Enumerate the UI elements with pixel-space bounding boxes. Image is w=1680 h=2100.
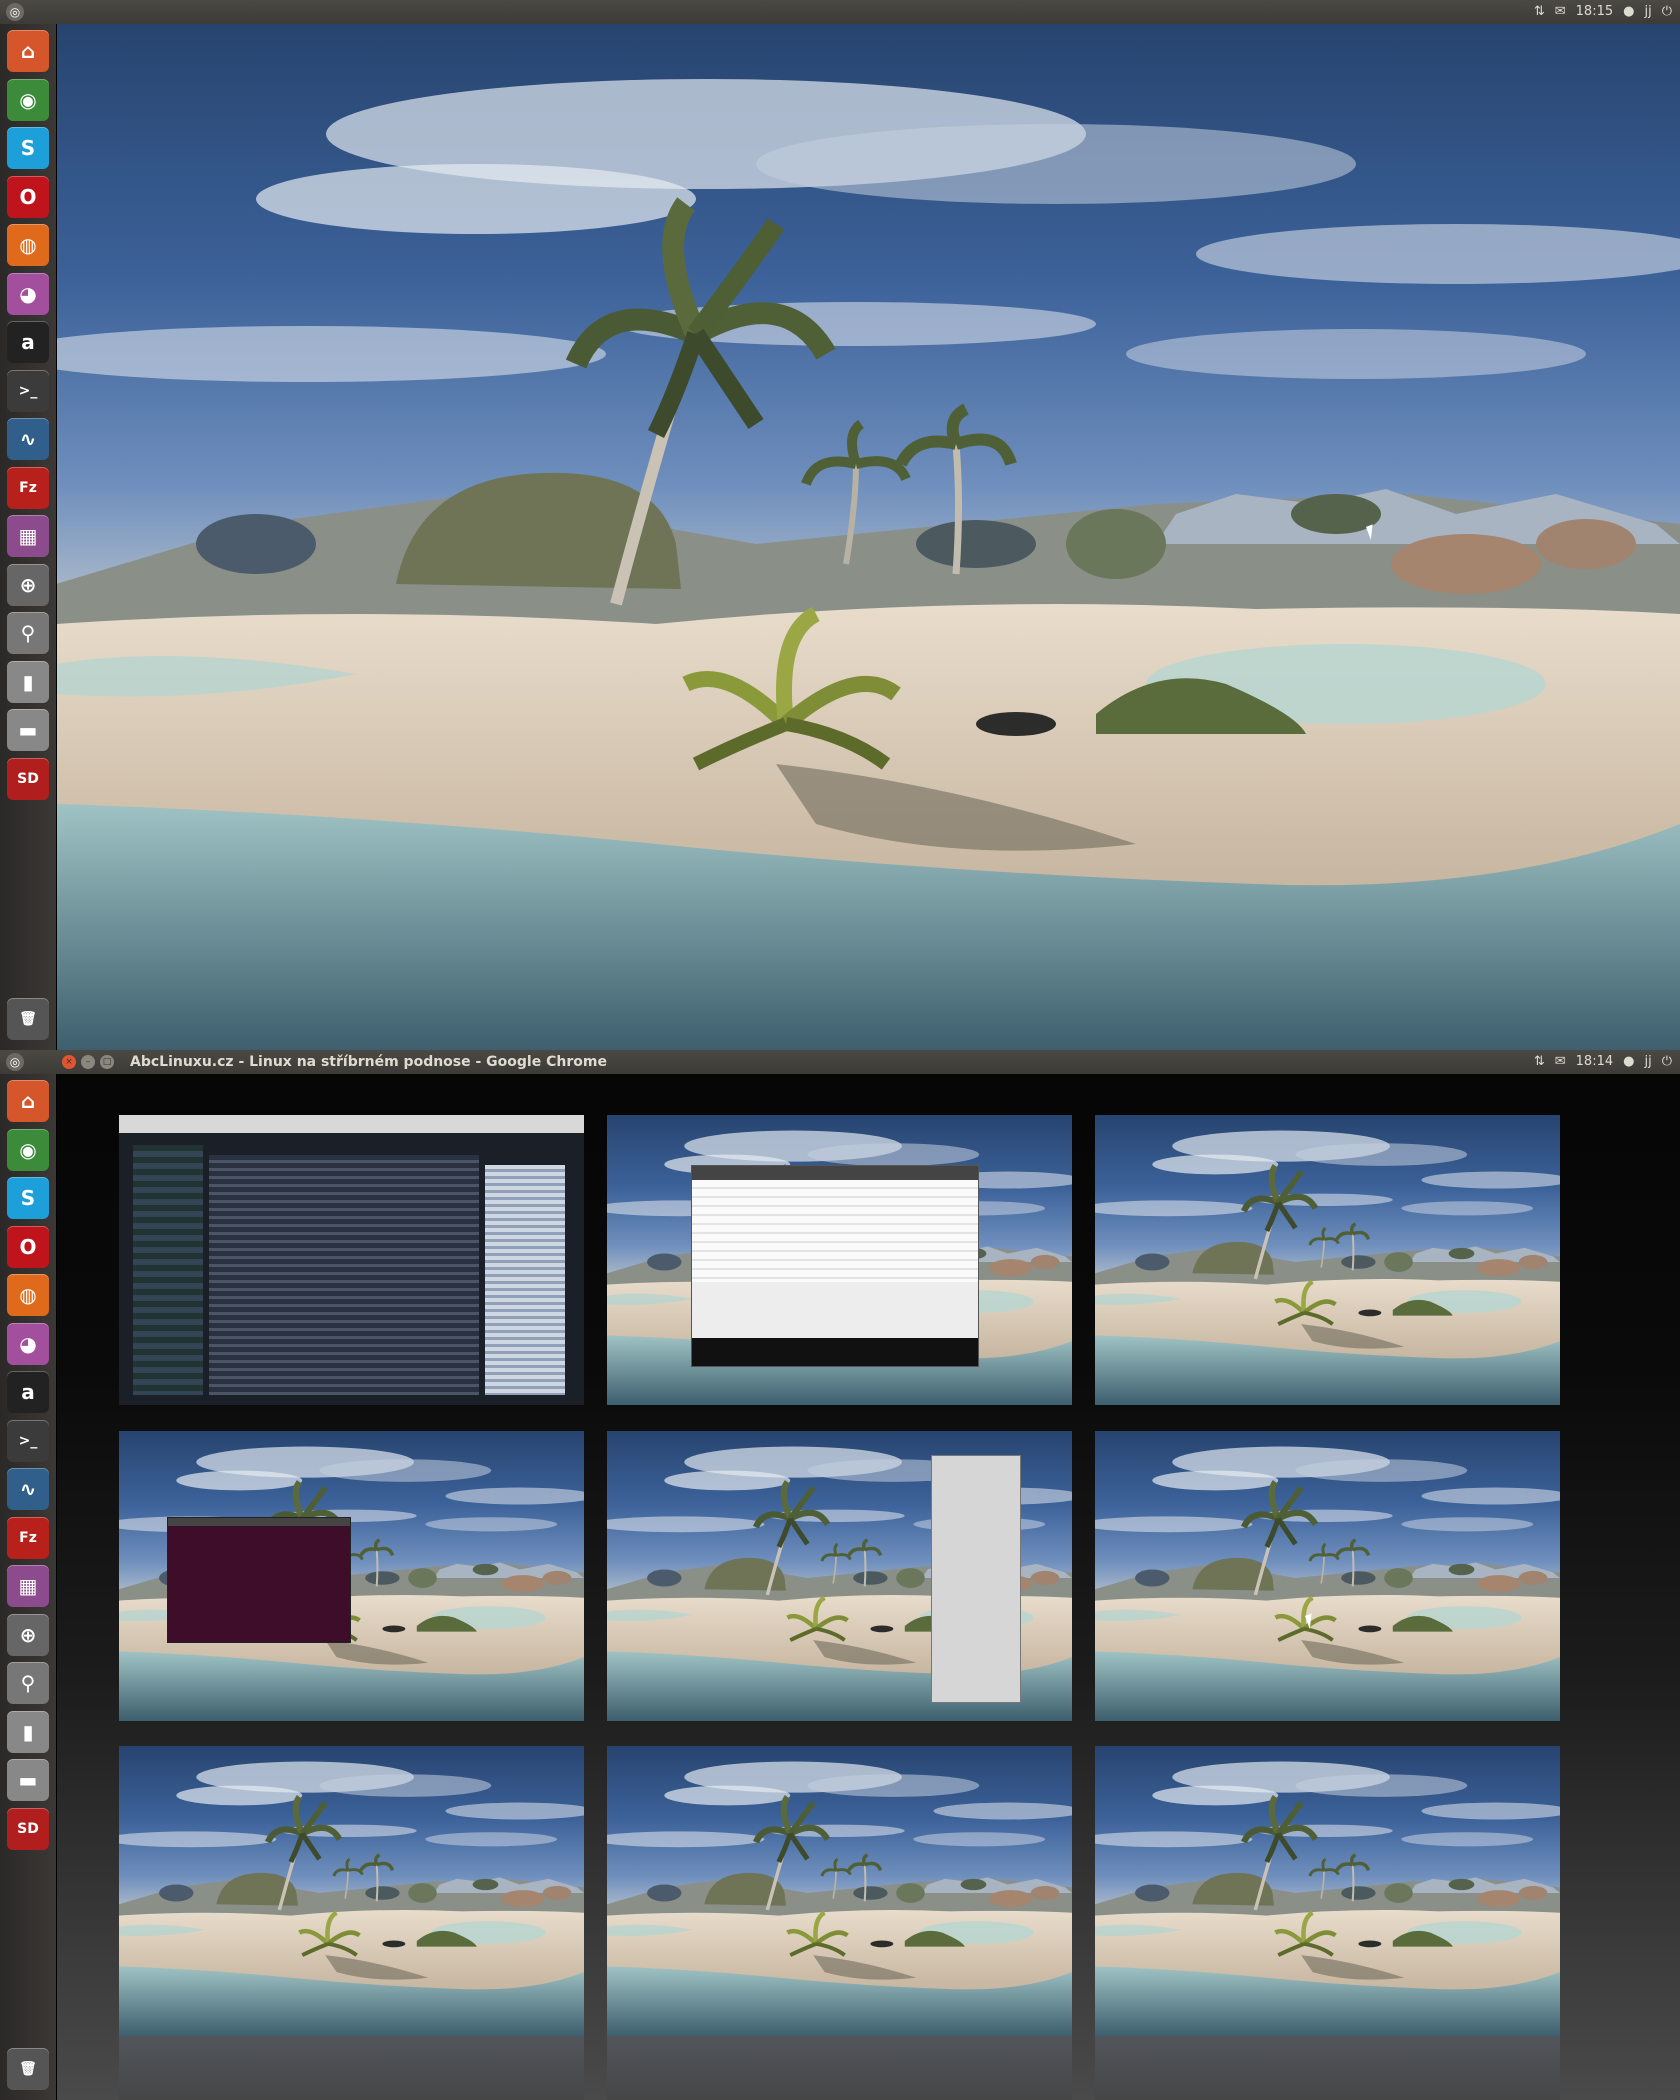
workspace-thumbnail[interactable] <box>119 1431 584 1721</box>
launcher-usb-drive-icon[interactable]: ▮ <box>7 1710 49 1753</box>
workspace-thumbnail[interactable] <box>1095 1115 1560 1405</box>
launcher-firefox-icon[interactable]: ◍ <box>7 1274 49 1316</box>
workspace-reflection <box>607 2036 1072 2100</box>
browser-toolbar <box>119 1115 584 1133</box>
close-icon[interactable]: × <box>62 1055 76 1069</box>
site-content <box>209 1155 479 1395</box>
site-right-column <box>485 1165 565 1395</box>
clock[interactable]: 18:14 <box>1576 1050 1613 1074</box>
launcher-magnifier-icon[interactable]: ⊕ <box>7 1613 49 1656</box>
launcher-opera-icon[interactable]: O <box>7 175 49 218</box>
launcher-home-folder-icon[interactable]: ⌂ <box>7 1080 49 1122</box>
site-sidebar <box>133 1145 203 1395</box>
launcher-skype-icon[interactable]: S <box>7 1177 49 1219</box>
indicator-area: ⇅ ✉ 18:14 ● jj ⏻ <box>1534 1050 1672 1074</box>
launcher-drive-icon[interactable]: ▬ <box>7 709 49 751</box>
workspace-wallpaper <box>1095 1115 1560 1405</box>
launcher-skype-icon[interactable]: S <box>7 127 49 169</box>
launcher-dash-search-icon[interactable]: ⚲ <box>7 612 49 654</box>
power-icon[interactable]: ⏻ <box>1662 1050 1672 1074</box>
top-panel: ◎ × – □ AbcLinuxu.cz - Linux na stříbrné… <box>0 1050 1680 1074</box>
indicator-area: ⇅ ✉ 18:15 ● jj ⏻ <box>1534 0 1672 24</box>
launcher-sd-card-icon[interactable]: SD <box>7 1807 49 1850</box>
launcher-trash-icon[interactable]: 🗑 <box>7 2048 49 2090</box>
workspace-thumbnail[interactable] <box>1095 1746 1560 2036</box>
launcher-terminal-icon[interactable]: >_ <box>7 1419 49 1462</box>
launcher-workspace-switcher-icon[interactable]: ▦ <box>7 515 49 557</box>
launcher-chrome-icon[interactable]: ◉ <box>7 78 49 121</box>
desktop-screen-2: ◎ × – □ AbcLinuxu.cz - Linux na stříbrné… <box>0 1050 1680 2100</box>
launcher: ⌂ ◉ S O ◍ ◕ a >_ ∿ Fz ▦ ⊕ ⚲ ▮ ▬ SD 🗑 <box>0 1074 57 2100</box>
network-icon[interactable]: ⇅ <box>1534 1050 1545 1074</box>
launcher-filezilla-icon[interactable]: Fz <box>7 1516 49 1559</box>
user-name[interactable]: jj <box>1644 1050 1651 1074</box>
workspace-thumbnail[interactable] <box>607 1431 1072 1721</box>
workspace-wallpaper <box>1095 1431 1560 1721</box>
launcher-sd-card-icon[interactable]: SD <box>7 757 49 800</box>
launcher-dash-search-icon[interactable]: ⚲ <box>7 1662 49 1704</box>
power-icon[interactable]: ⏻ <box>1662 0 1672 24</box>
workspace-wallpaper <box>607 1746 1072 2036</box>
launcher-workspace-switcher-icon[interactable]: ▦ <box>7 1565 49 1607</box>
mail-icon[interactable]: ✉ <box>1555 1050 1566 1074</box>
window-bottom-bar <box>692 1338 978 1366</box>
browser-window-thumbnail[interactable] <box>119 1115 584 1405</box>
terminal-titlebar <box>168 1518 350 1526</box>
launcher: ⌂ ◉ S O ◍ ◕ a >_ ∿ Fz ▦ ⊕ ⚲ ▮ ▬ SD 🗑 <box>0 24 57 1050</box>
window-toolbar <box>692 1166 978 1180</box>
launcher-terminal-icon[interactable]: >_ <box>7 369 49 412</box>
workspace-thumbnail[interactable] <box>607 1746 1072 2036</box>
workspace-wallpaper <box>1095 1746 1560 2036</box>
launcher-home-folder-icon[interactable]: ⌂ <box>7 30 49 72</box>
network-icon[interactable]: ⇅ <box>1534 0 1545 24</box>
clock[interactable]: 18:15 <box>1576 0 1613 24</box>
desktop-wallpaper <box>56 24 1680 1050</box>
launcher-magnifier-icon[interactable]: ⊕ <box>7 563 49 606</box>
workspace-thumbnail[interactable] <box>119 1115 584 1405</box>
desktop-screen-1: ◎ ⇅ ✉ 18:15 ● jj ⏻ ⌂ ◉ S O ◍ ◕ a >_ ∿ Fz ▦ ⊕ ⚲ ▮ ▬ SD 🗑 <box>0 0 1680 1050</box>
launcher-firefox-icon[interactable]: ◍ <box>7 224 49 266</box>
tall-window-thumbnail[interactable] <box>931 1455 1021 1703</box>
minimize-icon[interactable]: – <box>81 1055 95 1069</box>
workspace-reflection <box>1095 2036 1560 2100</box>
launcher-amazon-icon[interactable]: a <box>7 1371 49 1413</box>
launcher-opera-icon[interactable]: O <box>7 1225 49 1268</box>
user-name[interactable]: jj <box>1644 0 1651 24</box>
launcher-chrome-icon[interactable]: ◉ <box>7 1128 49 1171</box>
file-list <box>692 1180 978 1282</box>
window-controls: × – □ <box>62 1055 114 1069</box>
workspace-thumbnail[interactable] <box>607 1115 1072 1405</box>
workspace-reflection <box>119 2036 584 2100</box>
maximize-icon[interactable]: □ <box>100 1055 114 1069</box>
launcher-usb-drive-icon[interactable]: ▮ <box>7 660 49 703</box>
file-window-thumbnail[interactable] <box>691 1165 979 1367</box>
workspace-wallpaper <box>119 1746 584 2036</box>
launcher-pidgin-icon[interactable]: ◕ <box>7 272 49 315</box>
launcher-trash-icon[interactable]: 🗑 <box>7 998 49 1040</box>
chat-status-icon[interactable]: ● <box>1623 1050 1634 1074</box>
window-title: AbcLinuxu.cz - Linux na stříbrném podnos… <box>130 1054 607 1070</box>
workspace-thumbnail[interactable] <box>1095 1431 1560 1721</box>
launcher-drive-icon[interactable]: ▬ <box>7 1759 49 1801</box>
terminal-window-thumbnail[interactable] <box>167 1517 351 1643</box>
launcher-filezilla-icon[interactable]: Fz <box>7 466 49 509</box>
launcher-pidgin-icon[interactable]: ◕ <box>7 1322 49 1365</box>
ubuntu-logo-icon[interactable]: ◎ <box>6 1053 24 1071</box>
chat-status-icon[interactable]: ● <box>1623 0 1634 24</box>
workspace-thumbnail[interactable] <box>119 1746 584 2036</box>
top-panel: ◎ ⇅ ✉ 18:15 ● jj ⏻ <box>0 0 1680 24</box>
launcher-system-monitor-icon[interactable]: ∿ <box>7 1468 49 1510</box>
ubuntu-logo-icon[interactable]: ◎ <box>6 3 24 21</box>
launcher-system-monitor-icon[interactable]: ∿ <box>7 418 49 460</box>
mail-icon[interactable]: ✉ <box>1555 0 1566 24</box>
launcher-amazon-icon[interactable]: a <box>7 321 49 363</box>
